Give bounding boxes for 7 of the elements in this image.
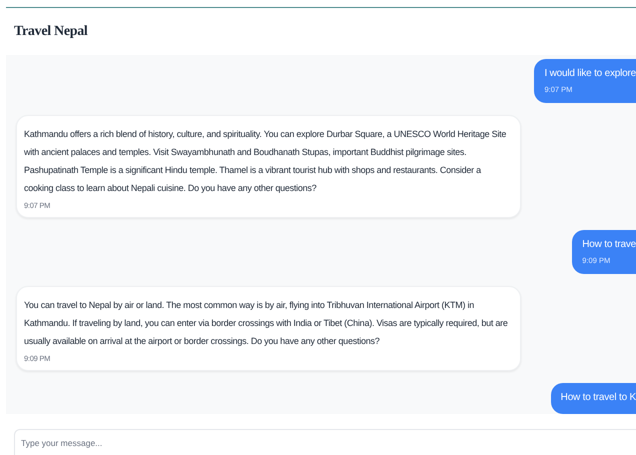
message-text: You can travel to Nepal by air or land. The most common way is by air, flying into Tribhuvan International Airport (KTM) in Kathmandu. If traveling by land, you can enter via border crossings with India or Tibet (China). Visas are typically required, but are usually available on arrival at the airport or border crossings. Do you have any other questions? (24, 299, 509, 348)
message-text: How to travel to K (560, 391, 636, 405)
message-text: I would like to explore (544, 67, 636, 81)
message-text: Kathmandu offers a rich blend of history, culture, and spirituality. You can explore Durbar Square, a UNESCO World Heritage Site with ancient palaces and temples. Visit Swayambhunath and Boudhanath Stupas, important Buddhist pilgrimage sites. Pashupatinath Temple is a significant Hindu temple. Thamel is a vibrant tourist hub with shops and restaurants. Consider a cooking class to learn about Nepali cuisine. Do you have any other questions? (24, 128, 508, 195)
message-input[interactable]: Type your message... (14, 429, 636, 455)
chat-title: Travel Nepal (14, 24, 88, 40)
message-text: How to trave (582, 238, 636, 252)
